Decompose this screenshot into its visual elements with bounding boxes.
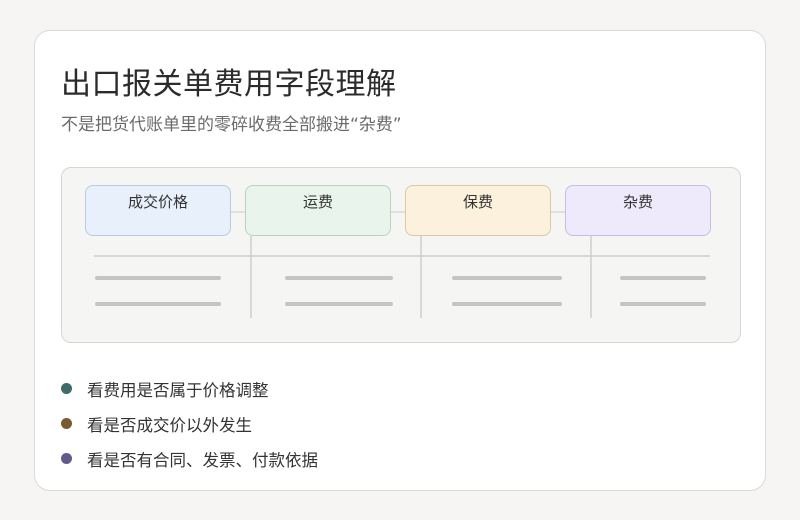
field-tag-transaction-price: 成交价格 — [85, 185, 231, 236]
content-card: 出口报关单费用字段理解 不是把货代账单里的零碎收费全部搬进“杂费” 成交价格 运… — [34, 30, 766, 491]
field-tag-label: 保费 — [462, 193, 493, 211]
fee-fields-diagram: 成交价格 运费 保费 杂费 — [61, 167, 741, 343]
field-tag-insurance: 保费 — [405, 185, 551, 236]
placeholder-line — [285, 302, 393, 306]
list-item: 看是否有合同、发票、付款依据 — [61, 441, 318, 476]
placeholder-line — [620, 276, 706, 280]
page-subtitle: 不是把货代账单里的零碎收费全部搬进“杂费” — [61, 115, 402, 135]
placeholder-line — [620, 302, 706, 306]
placeholder-line — [95, 276, 221, 280]
field-tag-label: 成交价格 — [127, 193, 188, 211]
list-item: 看费用是否属于价格调整 — [61, 371, 318, 406]
field-tag-label: 运费 — [302, 193, 333, 211]
field-tag-label: 杂费 — [622, 193, 653, 211]
list-item-text: 看是否成交价以外发生 — [87, 415, 252, 435]
field-tag-freight: 运费 — [245, 185, 391, 236]
field-tag-misc-fees: 杂费 — [565, 185, 711, 236]
list-item-text: 看是否有合同、发票、付款依据 — [87, 450, 318, 470]
placeholder-line — [95, 302, 221, 306]
list-item: 看是否成交价以外发生 — [61, 406, 318, 441]
criteria-list: 看费用是否属于价格调整 看是否成交价以外发生 看是否有合同、发票、付款依据 — [61, 371, 318, 476]
list-item-text: 看费用是否属于价格调整 — [87, 380, 269, 400]
placeholder-line — [452, 302, 562, 306]
bullet-dot-icon — [61, 383, 72, 394]
placeholder-line — [452, 276, 562, 280]
placeholder-line — [285, 276, 393, 280]
page-title: 出口报关单费用字段理解 — [61, 67, 397, 102]
bullet-dot-icon — [61, 453, 72, 464]
bullet-dot-icon — [61, 418, 72, 429]
